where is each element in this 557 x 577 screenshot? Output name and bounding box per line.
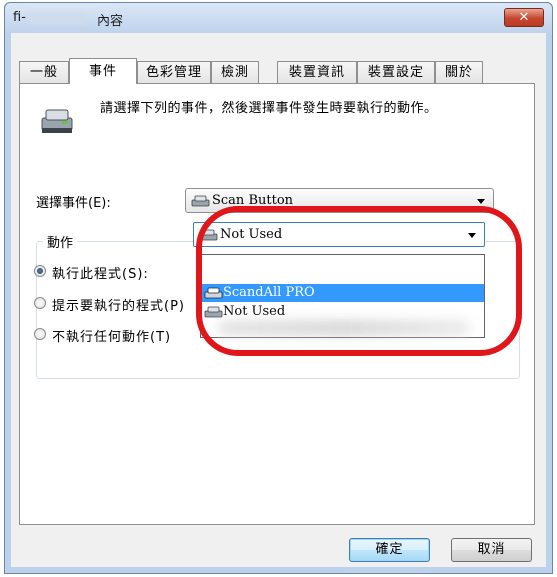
prompt-program-label: 提示要執行的程式(P) [52, 299, 185, 314]
prompt-program-radio[interactable] [34, 297, 46, 309]
title-bar[interactable]: fi- 內容 ✕ [5, 3, 552, 33]
tab-device-info[interactable]: 裝置資訊 [277, 61, 357, 83]
select-event-label: 選擇事件(E): [36, 196, 111, 211]
run-program-label: 執行此程式(S): [52, 267, 149, 282]
close-button[interactable]: ✕ [504, 8, 544, 27]
window-title-prefix: fi- [13, 10, 26, 25]
window-title-suffix: 內容 [97, 14, 124, 29]
instruction-text: 請選擇下列的事件，然後選擇事件發生時要執行的動作。 [100, 101, 438, 116]
chevron-down-icon [477, 199, 485, 204]
redacted-model-name [29, 12, 87, 24]
tab-color-management[interactable]: 色彩管理 [137, 61, 211, 83]
scanner-icon [41, 109, 73, 133]
tab-general[interactable]: 一般 [19, 61, 69, 83]
tab-inspection[interactable]: 檢測 [211, 61, 259, 83]
highlight-ring [196, 206, 522, 356]
actions-group-label: 動作 [43, 232, 78, 251]
tab-about[interactable]: 關於 [435, 61, 483, 83]
tab-events[interactable]: 事件 [69, 58, 137, 84]
take-no-action-label: 不執行任何動作(T) [52, 330, 172, 345]
scanner-small-icon [191, 195, 210, 207]
take-no-action-radio[interactable] [34, 328, 46, 340]
cancel-button[interactable]: 取消 [451, 538, 532, 562]
tab-device-settings[interactable]: 裝置設定 [357, 61, 435, 83]
ok-button[interactable]: 確定 [349, 538, 430, 562]
run-program-radio[interactable] [34, 265, 46, 277]
